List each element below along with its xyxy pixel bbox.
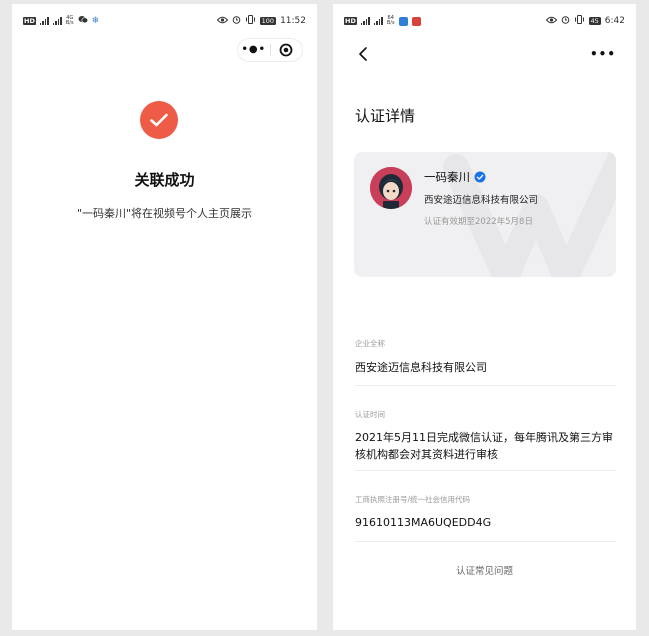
- battery-icon: 100: [259, 17, 277, 25]
- vibrate-icon: [245, 15, 256, 27]
- faq-link[interactable]: 认证常见问题: [333, 563, 636, 577]
- field-certification-time: 认证时间 2021年5月11日完成微信认证，每年腾讯及第三方审核机构都会对其资料…: [355, 409, 616, 463]
- field-registration-code: 工商执照注册号/统一社会信用代码 91610113MA6UQEDD4G: [355, 494, 616, 531]
- success-title: 关联成功: [134, 171, 195, 189]
- network-speed: 4G B/s: [65, 15, 74, 26]
- field-label: 企业全称: [355, 339, 385, 348]
- signal-icon: [360, 17, 370, 25]
- success-description: "一码秦川"将在视频号个人主页展示: [76, 207, 253, 220]
- page-title: 认证详情: [355, 107, 416, 125]
- vibrate-icon: [574, 15, 585, 27]
- back-arrow-icon[interactable]: [353, 44, 373, 64]
- alarm-icon: [561, 15, 570, 27]
- certification-card: 一码秦川 西安途迈信息科技有限公司 认证有效期至2022年5月8日: [354, 152, 616, 277]
- status-time: 6:42: [604, 16, 625, 26]
- status-time: 11:52: [280, 16, 306, 26]
- app-notification-icon: [398, 16, 408, 26]
- right-screen: HD 64 B/s 45 6:42 ••• 认证详情 一码秦川 西安途迈信息科技…: [333, 4, 636, 630]
- field-label: 工商执照注册号/统一社会信用代码: [355, 495, 471, 504]
- alarm-icon: [232, 15, 241, 27]
- field-label: 认证时间: [355, 410, 385, 419]
- app-notification-icon-2: [411, 16, 421, 26]
- signal-icon: [39, 17, 49, 25]
- wechat-icon: [78, 15, 88, 27]
- field-value: 2021年5月11日完成微信认证，每年腾讯及第三方审核机构都会对其资料进行审核: [355, 431, 613, 461]
- card-validity: 认证有效期至2022年5月8日: [424, 217, 533, 227]
- field-company-name: 企业全称 西安途迈信息科技有限公司: [355, 338, 616, 376]
- hd-icon: HD: [23, 17, 36, 25]
- more-dots-icon[interactable]: •●•: [238, 39, 270, 61]
- field-value: 西安途迈信息科技有限公司: [355, 361, 487, 374]
- avatar[interactable]: [370, 167, 412, 209]
- status-bar: HD 4G B/s ❄ 100 11:52: [23, 14, 306, 28]
- divider: [355, 385, 616, 386]
- success-check-icon: [140, 101, 178, 139]
- card-company: 西安途迈信息科技有限公司: [424, 195, 539, 206]
- account-name: 一码秦川: [424, 169, 486, 185]
- battery-icon: 45: [588, 17, 601, 25]
- verified-badge-icon: [474, 171, 486, 183]
- signal-icon-2: [373, 17, 383, 25]
- network-speed: 64 B/s: [386, 15, 395, 26]
- miniprogram-capsule: •●•: [237, 38, 303, 62]
- close-circle-icon[interactable]: [271, 39, 303, 61]
- more-dots-icon[interactable]: •••: [590, 44, 616, 64]
- hd-icon: HD: [344, 17, 357, 25]
- left-screen: HD 4G B/s ❄ 100 11:52 •●• 关联成功 "一码秦川"将在视…: [12, 4, 317, 630]
- eye-icon: [216, 16, 228, 27]
- signal-icon-2: [52, 17, 62, 25]
- status-bar: HD 64 B/s 45 6:42: [344, 14, 625, 28]
- divider: [355, 470, 616, 471]
- snowflake-icon: ❄: [91, 16, 100, 26]
- divider: [355, 541, 616, 542]
- eye-icon: [545, 16, 557, 27]
- check-icon: [150, 113, 168, 127]
- field-value: 91610113MA6UQEDD4G: [355, 516, 492, 529]
